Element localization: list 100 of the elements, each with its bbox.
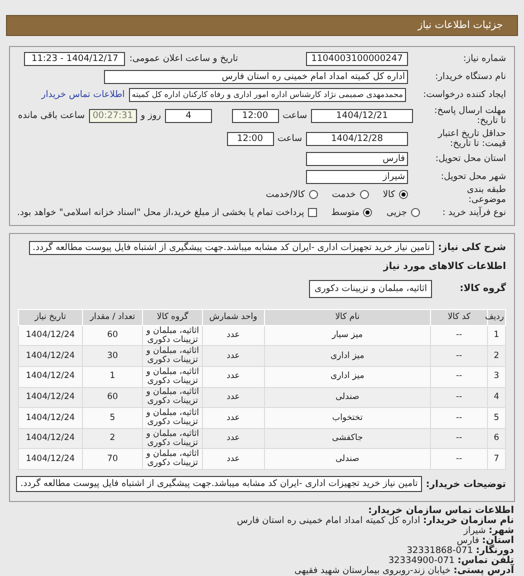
contact-label: دورنگار: xyxy=(476,545,514,556)
field-label: استان محل تحویل: xyxy=(434,154,506,164)
table-cell: اثاثیه، مبلمان و تزیینات دکوری xyxy=(142,408,202,428)
option-label: کالا/خدمت xyxy=(266,190,305,200)
table-cell: 1404/12/24 xyxy=(18,448,82,470)
table-cell: -- xyxy=(430,387,488,408)
table-cell: 60 xyxy=(82,325,143,346)
column-header: گروه کالا xyxy=(142,309,202,326)
table-cell: 1404/12/24 xyxy=(18,428,82,449)
table-cell: 1 xyxy=(82,366,143,388)
text-field[interactable]: 4 xyxy=(165,108,212,123)
field-label: نوع فرآیند خرید : xyxy=(441,208,506,218)
contact-label: تلفن تماس: xyxy=(457,555,514,566)
table-cell: اثاثیه، مبلمان و تزیینات دکوری xyxy=(142,387,202,408)
text-field[interactable]: شیراز xyxy=(306,170,408,184)
table-cell: 7 xyxy=(487,448,506,470)
table-cell: عدد xyxy=(202,428,264,449)
field-label: مهلت ارسال پاسخ: تا تاریخ: xyxy=(433,106,506,126)
table-cell: 1404/12/24 xyxy=(18,346,82,367)
contact-label: شهر: xyxy=(488,525,514,536)
table-cell: صندلی xyxy=(264,448,431,470)
text-field[interactable]: 12:00 xyxy=(226,132,274,146)
page-title: جزئیات اطلاعات نیاز xyxy=(418,20,503,31)
contact-label: آدرس پستی: xyxy=(453,565,514,576)
table-cell: عدد xyxy=(202,346,264,367)
goods-group-field: اثاثیه، مبلمان و تزیینات دکوری xyxy=(309,280,432,298)
text-field[interactable]: 12:00 xyxy=(232,108,279,123)
column-header: تعداد / مقدار xyxy=(82,309,143,326)
table-cell: عدد xyxy=(202,366,264,388)
text-field[interactable]: 1404/12/21 xyxy=(311,108,414,123)
text-field[interactable]: 1104003100000247 xyxy=(306,52,408,66)
table-cell: عدد xyxy=(202,325,264,346)
table-cell: 1404/12/24 xyxy=(18,325,82,346)
table-cell: 5 xyxy=(82,408,143,428)
table-cell: عدد xyxy=(202,408,264,428)
text-field[interactable]: محمدمهدی صمیمی نژاد کارشناس اداره امور اداری و رفاه کارکنان اداره کل کمیته xyxy=(128,88,406,102)
field-label: شرح کلی نیاز: xyxy=(438,242,506,254)
text-field[interactable]: 1404/12/17 - 11:23 xyxy=(24,52,126,66)
table-cell: -- xyxy=(430,408,488,428)
table-cell: اثاثیه، مبلمان و تزیینات دکوری xyxy=(142,428,202,449)
summary-field: تامین نیاز خرید تجهیزات اداری -ایران کد مشابه میباشد.جهت پیشگیری از اشتباه فایل پیوست مطالعه گردد. xyxy=(28,240,434,255)
radio-button[interactable] xyxy=(399,190,408,200)
option-label: پرداخت تمام یا بخشی از مبلغ خرید،از محل "اسناد خزانه اسلامی" خواهد بود. xyxy=(17,208,304,218)
section-title: اطلاعات تماس سازمان خریدار: xyxy=(368,505,514,516)
field-label: حداقل تاریخ اعتبار قیمت: تا تاریخ: xyxy=(436,128,506,149)
table-cell: 5 xyxy=(487,408,506,428)
contact-value: 071-32334900 xyxy=(388,556,455,566)
table-cell: 6 xyxy=(487,428,506,449)
table-cell: اثاثیه، مبلمان و تزیینات دکوری xyxy=(142,448,202,470)
contact-value: اداره کل کمیته امداد امام خمینی ره استان فارس xyxy=(236,516,420,526)
contact-value: فارس xyxy=(456,536,480,546)
option-label: متوسط xyxy=(331,208,360,218)
table-cell: -- xyxy=(430,448,488,470)
field-label: گروه کالا: xyxy=(458,283,506,294)
field-label: شماره نیاز: xyxy=(462,54,506,64)
countdown-field: 00:27:31 xyxy=(88,108,137,123)
field-label: تاریخ و ساعت اعلان عمومی: xyxy=(129,54,238,64)
contact-link[interactable]: اطلاعات تماس خریدار xyxy=(41,90,125,100)
notes-field: تامین نیاز خرید تجهیزات اداری -ایران کد مشابه میباشد.جهت پیشگیری از اشتباه فایل پیوست مطالعه گردد. xyxy=(16,476,422,492)
table-cell: تختخواب xyxy=(264,408,431,428)
table-cell: جاکفشی xyxy=(264,428,431,449)
field-label: ساعت xyxy=(282,110,308,121)
text-field[interactable]: 1404/12/28 xyxy=(306,132,408,146)
table-cell: 2 xyxy=(82,428,143,449)
contact-value: خیابان زند-روبروی بیمارستان شهید فقیهی xyxy=(294,566,451,576)
table-cell: 2 xyxy=(487,346,506,367)
table-cell: اثاثیه، مبلمان و تزیینات دکوری xyxy=(142,325,202,346)
field-label: شهر محل تحویل: xyxy=(440,172,506,182)
contact-value: 071-32331868 xyxy=(406,546,473,556)
table-cell: اثاثیه، مبلمان و تزیینات دکوری xyxy=(142,366,202,388)
table-cell: 30 xyxy=(82,346,143,367)
text-field[interactable]: اداره کل کمیته امداد امام خمینی ره استان فارس xyxy=(104,70,408,84)
radio-button[interactable] xyxy=(308,190,318,200)
column-header: نام کالا xyxy=(264,309,431,326)
option-label: جزیی xyxy=(386,208,407,218)
table-cell: صندلی xyxy=(264,387,431,408)
text-field[interactable]: فارس xyxy=(306,152,408,166)
field-label: نام دستگاه خریدار: xyxy=(434,72,506,82)
table-cell: 1404/12/24 xyxy=(18,387,82,408)
option-label: کالا xyxy=(382,190,395,200)
table-cell: 4 xyxy=(487,387,506,408)
table-cell: 1404/12/24 xyxy=(18,408,82,428)
table-cell: عدد xyxy=(202,448,264,470)
table-cell: میز سیار xyxy=(264,325,431,346)
table-cell: میز اداری xyxy=(264,366,431,388)
table-cell: میز اداری xyxy=(264,346,431,367)
section-title: اطلاعات کالاهای مورد نیاز xyxy=(383,261,506,272)
checkbox[interactable] xyxy=(308,208,318,218)
table-cell: 60 xyxy=(82,387,143,408)
table-cell: -- xyxy=(430,325,488,346)
table-cell: 70 xyxy=(82,448,143,470)
contact-label: نام سازمان خریدار: xyxy=(423,515,514,526)
radio-button[interactable] xyxy=(363,208,372,218)
table-cell: 3 xyxy=(487,366,506,388)
radio-button[interactable] xyxy=(360,190,369,200)
table-cell: -- xyxy=(430,366,488,388)
radio-button[interactable] xyxy=(411,208,420,218)
table-cell: -- xyxy=(430,428,488,449)
column-header: ردیف xyxy=(487,309,506,326)
table-cell: عدد xyxy=(202,387,264,408)
